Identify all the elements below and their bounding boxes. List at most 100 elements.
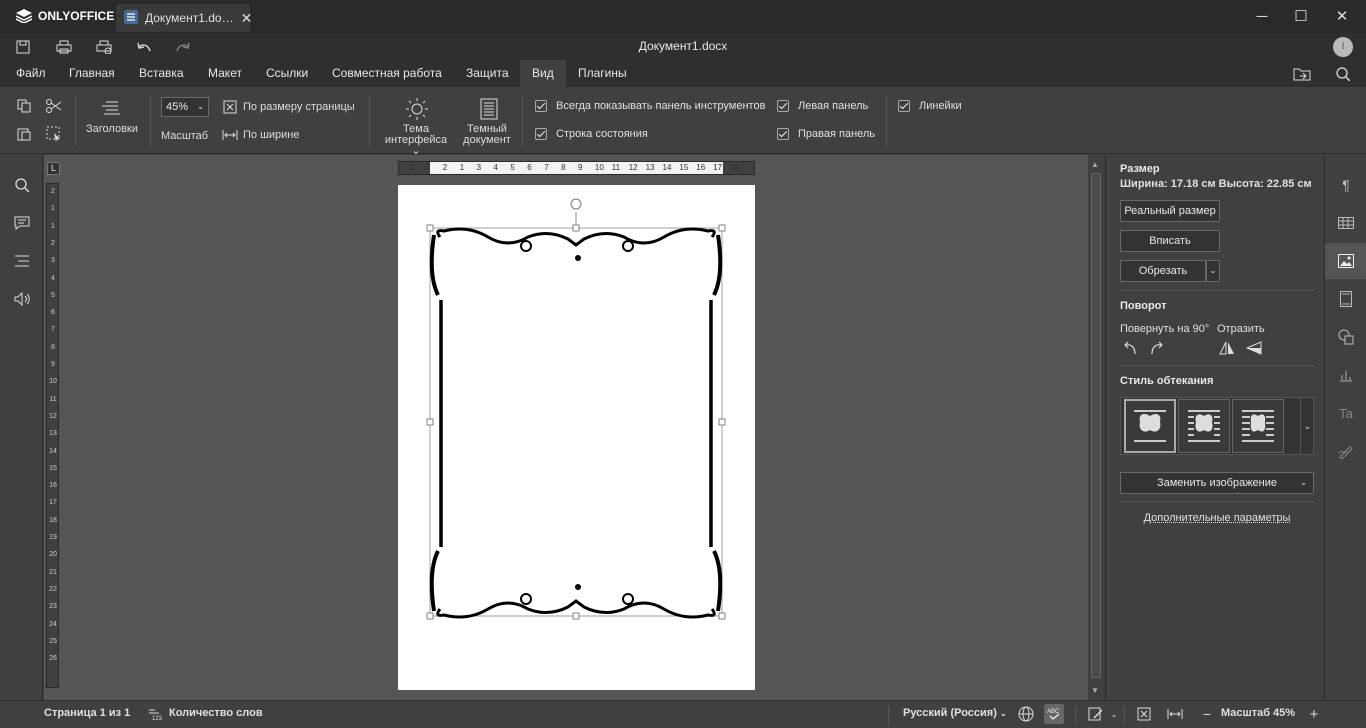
close-window-button[interactable]: ✕ — [1322, 6, 1362, 28]
menu-plugins[interactable]: Плагины — [578, 60, 627, 87]
left-panel-checkbox[interactable]: Левая панель — [777, 100, 868, 112]
fit-button[interactable]: Вписать — [1120, 230, 1220, 252]
right-panel-checkbox[interactable]: Правая панель — [777, 128, 875, 140]
table-icon[interactable] — [1325, 205, 1366, 241]
wrap-style-title: Стиль обтекания — [1120, 375, 1214, 387]
header-footer-icon[interactable] — [1325, 281, 1366, 317]
menu-references[interactable]: Ссылки — [266, 60, 308, 87]
search-icon[interactable] — [1333, 65, 1353, 83]
globe-icon[interactable] — [1016, 705, 1036, 723]
sun-icon[interactable] — [405, 97, 429, 121]
wrap-inline-option[interactable] — [1124, 399, 1176, 453]
open-location-icon[interactable] — [1292, 65, 1312, 83]
shape-icon[interactable] — [1325, 319, 1366, 355]
vertical-scrollbar[interactable]: ▲ ▼ — [1088, 155, 1104, 700]
view-toolbar: Заголовки 45% ⌄ Масштаб По размеру стран… — [0, 87, 1366, 157]
app-brand: ONLYOFFICE — [38, 9, 115, 23]
menu-insert[interactable]: Вставка — [139, 60, 184, 87]
menu-home[interactable]: Главная — [69, 60, 115, 87]
wrap-square-option[interactable] — [1178, 399, 1230, 453]
wrap-tight-option[interactable] — [1232, 399, 1284, 453]
fit-width-icon[interactable] — [1165, 705, 1185, 723]
ruler-tick-label: 4 — [493, 163, 498, 172]
wrap-more-icon[interactable]: ⌄ — [1300, 397, 1314, 455]
ruler-tick-label: 11 — [611, 163, 621, 172]
fit-width-button[interactable]: По ширине — [243, 129, 300, 141]
vertical-ruler[interactable]: 2 1 1 2 3 4 5 6 7 8 9 10 11 12 13 14 15 16 17 18 19 20 21 22 23 2… — [46, 183, 59, 688]
word-count-button[interactable]: Количество слов — [169, 707, 263, 719]
divider — [1120, 290, 1314, 291]
real-size-button[interactable]: Реальный размер — [1120, 200, 1220, 222]
theme-button[interactable]: Тема интерфейса ⌄ — [380, 124, 452, 157]
spellcheck-icon[interactable]: ABC — [1044, 704, 1064, 724]
always-show-toolbar-checkbox[interactable]: Всегда показывать панель инструментов — [535, 100, 765, 112]
search-icon[interactable] — [12, 175, 32, 195]
zoom-out-icon[interactable]: − — [1197, 705, 1217, 723]
print-icon[interactable] — [54, 38, 74, 56]
rulers-checkbox[interactable]: Линейки — [898, 100, 962, 112]
ruler-tick-label: 10 — [49, 378, 57, 386]
ornamental-frame-image[interactable] — [398, 185, 755, 690]
track-changes-icon[interactable] — [1086, 705, 1106, 723]
chart-icon[interactable] — [1325, 357, 1366, 393]
status-bar-checkbox[interactable]: Строка состояния — [535, 128, 648, 140]
fit-page-icon[interactable] — [1134, 705, 1154, 723]
text-art-icon[interactable]: Ta — [1325, 395, 1366, 431]
minimize-button[interactable]: ─ — [1242, 6, 1282, 28]
document-tab[interactable]: Документ1.do… ✕ — [116, 4, 253, 32]
ruler-tick-label: 7 — [544, 163, 549, 172]
flip-vertical-icon[interactable] — [1244, 339, 1264, 357]
paragraph-icon[interactable]: ¶ — [1325, 167, 1366, 203]
redo-icon[interactable] — [173, 38, 193, 56]
replace-image-button[interactable]: Заменить изображение ⌄ — [1120, 472, 1314, 494]
cut-icon[interactable] — [44, 97, 64, 115]
image-icon[interactable] — [1325, 243, 1366, 279]
close-tab-icon[interactable]: ✕ — [241, 10, 253, 27]
crop-dropdown-icon[interactable]: ⌄ — [1206, 260, 1220, 282]
scrollbar-thumb[interactable] — [1091, 173, 1101, 678]
comments-icon[interactable] — [12, 213, 32, 233]
fit-page-icon[interactable] — [220, 98, 240, 116]
menu-file[interactable]: Файл — [16, 60, 46, 87]
chevron-down-icon: ⌄ — [1300, 478, 1307, 487]
headings-icon[interactable] — [102, 99, 122, 117]
menu-protection[interactable]: Защита — [466, 60, 509, 87]
navigation-icon[interactable] — [12, 251, 32, 271]
tab-stop-icon[interactable]: L — [47, 162, 60, 175]
horizontal-ruler[interactable]: 1 1 2 1 3 4 5 6 7 8 9 10 11 12 13 14 15 16 17 18 — [398, 161, 755, 175]
advanced-settings-link[interactable]: Дополнительные параметры — [1120, 512, 1314, 524]
signature-icon[interactable] — [1325, 433, 1366, 469]
fit-width-icon[interactable] — [220, 126, 240, 144]
chevron-down-icon[interactable]: ⌄ — [1104, 705, 1124, 723]
document-page[interactable] — [398, 185, 755, 690]
divider — [1120, 501, 1314, 502]
paste-icon[interactable] — [14, 125, 34, 143]
select-all-icon[interactable] — [44, 125, 64, 143]
ruler-tick-label: 11 — [49, 395, 57, 403]
rotate-left-icon[interactable] — [1120, 339, 1140, 357]
flip-horizontal-icon[interactable] — [1217, 339, 1237, 357]
dark-document-button[interactable]: Темный документ — [460, 124, 514, 146]
dark-document-icon[interactable] — [477, 97, 501, 121]
scroll-up-icon[interactable]: ▲ — [1091, 160, 1099, 169]
headings-label[interactable]: Заголовки — [86, 123, 138, 135]
speaker-icon[interactable] — [12, 289, 32, 309]
undo-icon[interactable] — [134, 38, 154, 56]
maximize-button[interactable]: ☐ — [1281, 6, 1321, 28]
user-avatar[interactable]: I — [1333, 37, 1353, 57]
scroll-down-icon[interactable]: ▼ — [1091, 686, 1099, 695]
language-select[interactable]: Русский (Россия) ⌄ — [903, 707, 1007, 719]
copy-icon[interactable] — [14, 97, 34, 115]
save-icon[interactable] — [13, 38, 33, 56]
zoom-select[interactable]: 45% ⌄ — [161, 97, 209, 117]
menu-collaboration[interactable]: Совместная работа — [332, 60, 442, 87]
fit-page-button[interactable]: По размеру страницы — [243, 101, 355, 113]
ruler-tick-label: 12 — [49, 412, 57, 420]
zoom-in-icon[interactable]: + — [1304, 705, 1324, 723]
crop-button[interactable]: Обрезать — [1120, 260, 1206, 282]
menu-view[interactable]: Вид — [520, 60, 566, 87]
quick-print-icon[interactable] — [94, 38, 114, 56]
page-indicator[interactable]: Страница 1 из 1 — [44, 707, 130, 719]
rotate-right-icon[interactable] — [1147, 339, 1167, 357]
menu-layout[interactable]: Макет — [208, 60, 242, 87]
